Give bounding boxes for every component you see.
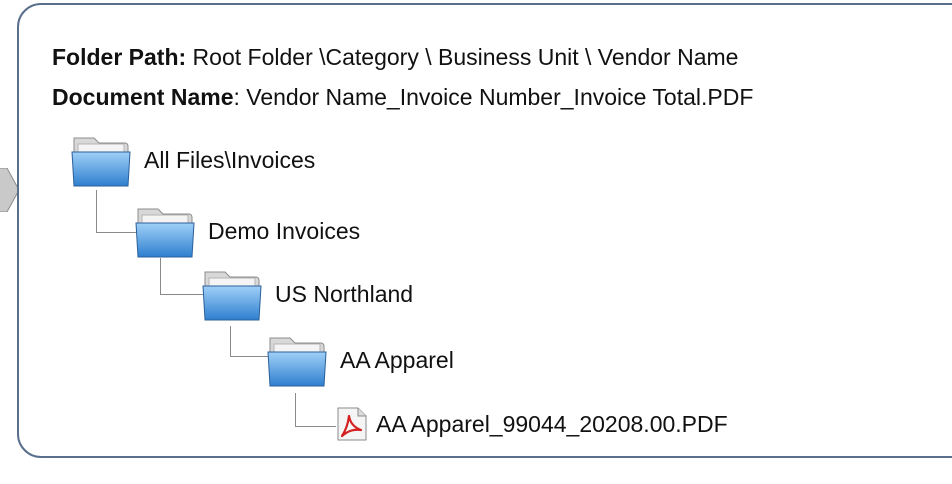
folder-path-value: Root Folder \Category \ Business Unit \ … (186, 44, 739, 70)
tree-label: All Files\Invoices (144, 146, 316, 173)
tree-folder-demo-invoices[interactable]: Demo Invoices (134, 199, 360, 263)
folder-icon (135, 208, 195, 258)
tree-folder-us-northland[interactable]: US Northland (201, 262, 413, 326)
folder-path-label: Folder Path: (52, 44, 187, 70)
tree-folder-all-files-invoices[interactable]: All Files\Invoices (70, 128, 315, 192)
tree-label: AA Apparel (340, 346, 454, 373)
tree-label: AA Apparel_99044_20208.00.PDF (376, 410, 728, 437)
tree-connector (295, 393, 336, 427)
folder-path-line: Folder Path: Root Folder \Category \ Bus… (52, 44, 738, 71)
folder-icon (71, 137, 131, 187)
document-name-line: Document Name: Vendor Name_Invoice Numbe… (52, 84, 753, 111)
tree-label: US Northland (275, 280, 414, 307)
folder-icon (202, 271, 262, 321)
document-name-value: : Vendor Name_Invoice Number_Invoice Tot… (233, 84, 754, 110)
tree-folder-aa-apparel[interactable]: AA Apparel (266, 328, 454, 392)
tree-file-pdf[interactable]: AA Apparel_99044_20208.00.PDF (334, 406, 728, 442)
folder-icon (267, 337, 327, 387)
pdf-icon (337, 407, 367, 441)
tree-connector (160, 258, 205, 295)
document-name-label: Document Name (52, 84, 234, 110)
tree-label: Demo Invoices (208, 217, 361, 244)
tree-connector (230, 326, 271, 357)
